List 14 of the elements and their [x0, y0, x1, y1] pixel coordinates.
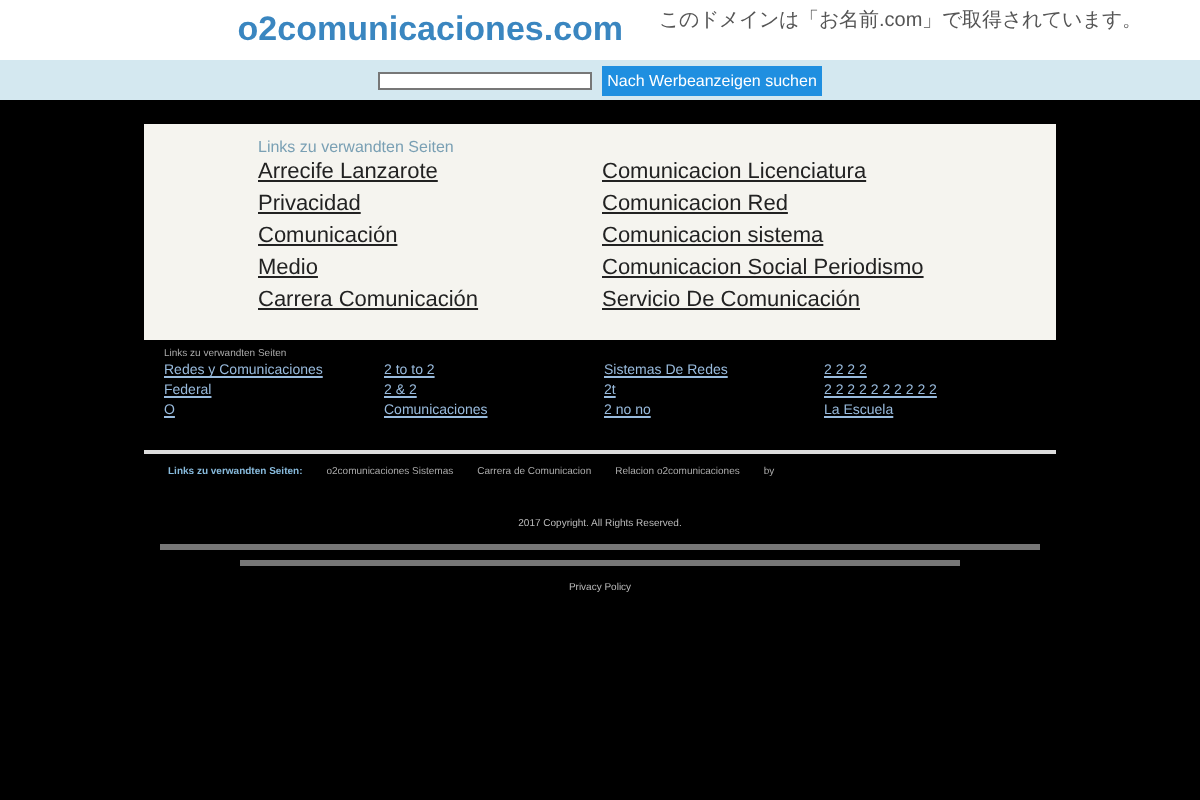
related-link[interactable]: Comunicacion sistema	[602, 224, 1002, 248]
related-link[interactable]: Arrecife Lanzarote	[258, 160, 602, 184]
domain-title: o2comunicaciones.com	[237, 10, 624, 50]
related-link[interactable]: Comunicacion Red	[602, 192, 1002, 216]
related-link[interactable]: Carrera Comunicación	[258, 288, 602, 312]
related-link[interactable]: Comunicacion Social Periodismo	[602, 256, 1002, 280]
related-link[interactable]: Comunicación	[258, 224, 602, 248]
registrar-notice: このドメインは「お名前.com」で取得されています。	[659, 7, 1143, 34]
related-link[interactable]: Privacidad	[258, 192, 602, 216]
links-heading: Links zu verwandten Seiten	[258, 138, 456, 156]
search-field[interactable]	[377, 71, 592, 89]
related-link[interactable]: Medio	[258, 256, 602, 280]
related-link[interactable]: Comunicacion Licenciatura	[602, 160, 1002, 184]
related-link[interactable]: Servicio De Comunicación	[602, 288, 1002, 312]
